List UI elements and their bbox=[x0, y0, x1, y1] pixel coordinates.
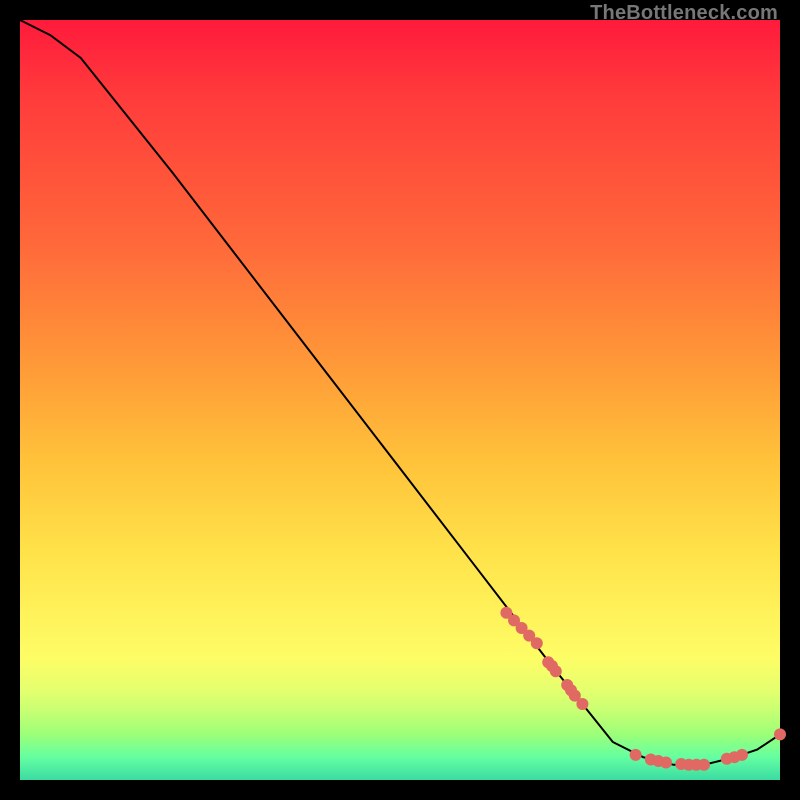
bottleneck-curve bbox=[20, 20, 780, 765]
data-point bbox=[630, 749, 642, 761]
watermark-text: TheBottleneck.com bbox=[590, 2, 778, 25]
data-point bbox=[576, 698, 588, 710]
data-point bbox=[531, 637, 543, 649]
data-point bbox=[660, 757, 672, 769]
data-point bbox=[698, 759, 710, 771]
chart-frame: TheBottleneck.com bbox=[0, 0, 800, 800]
plot-area bbox=[20, 20, 780, 780]
data-markers bbox=[500, 607, 786, 771]
data-point bbox=[736, 749, 748, 761]
chart-svg bbox=[20, 20, 780, 780]
data-point bbox=[550, 665, 562, 677]
data-point bbox=[774, 728, 786, 740]
